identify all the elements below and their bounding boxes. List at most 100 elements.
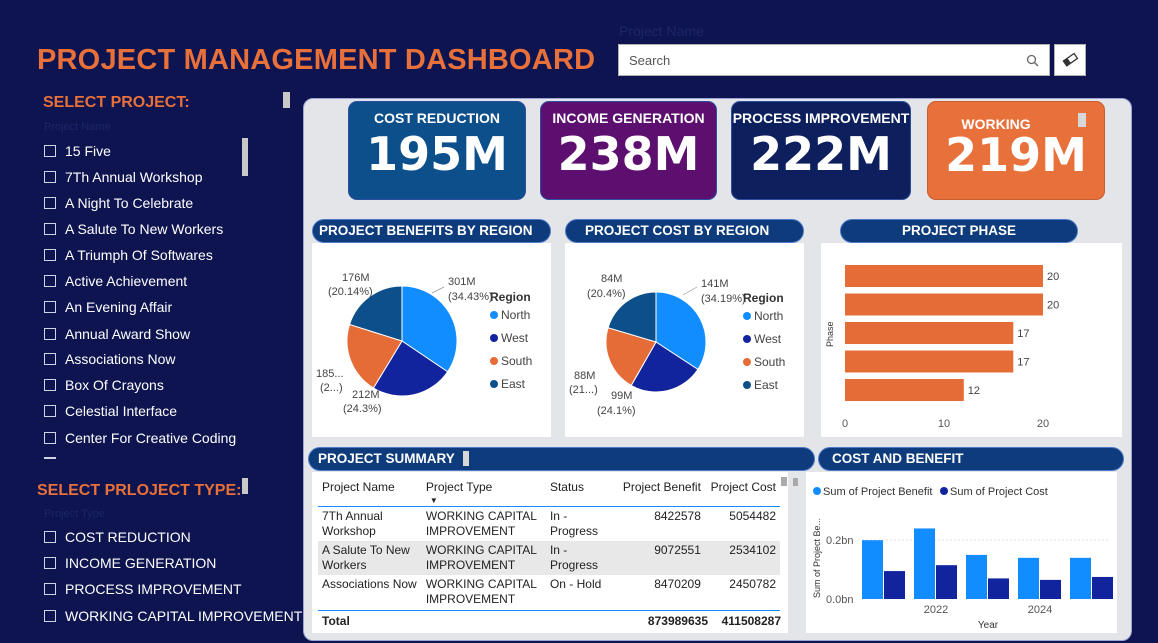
type-option[interactable]: WORKING CAPITAL IMPROVEMENT (44, 605, 302, 627)
table-scrollbar[interactable] (793, 478, 798, 486)
benefit-bar[interactable] (1018, 557, 1039, 599)
cost-pie-chart: 141M (34.19%) 84M (20.4%) 88M (21...) 99… (569, 273, 785, 417)
column-header[interactable]: Project Benefit (616, 478, 705, 506)
checkbox[interactable] (44, 223, 56, 235)
bar-value-label: 17 (1017, 357, 1029, 369)
kpi-card-cost-reduction[interactable]: COST REDUCTION 195M (348, 101, 526, 200)
cell-project-name: 7Th Annual Workshop (322, 508, 383, 538)
checkbox[interactable] (44, 557, 56, 569)
checkbox[interactable] (44, 145, 56, 157)
checkbox[interactable] (44, 353, 56, 365)
benefit-bar[interactable] (1070, 557, 1091, 599)
bar-value-label: 12 (968, 385, 980, 397)
kpi-value: 195M (366, 127, 508, 181)
legend-item: Sum of Project Cost (950, 486, 1048, 498)
legend-item: East (754, 378, 779, 392)
project-option[interactable]: An Evening Affair (44, 296, 172, 318)
project-option[interactable]: A Salute To New Workers (44, 218, 223, 240)
kpi-scroll-thumb[interactable] (1078, 113, 1086, 127)
type-option[interactable]: INCOME GENERATION (44, 552, 216, 574)
project-list-scrollbar[interactable] (242, 138, 248, 176)
legend-title: Region (743, 291, 784, 305)
search-box[interactable] (618, 44, 1050, 76)
search-icon[interactable] (1026, 54, 1039, 67)
project-option[interactable]: A Triumph Of Softwares (44, 244, 213, 266)
checkbox[interactable] (44, 531, 56, 543)
checkbox[interactable] (44, 275, 56, 287)
x-tick: 0 (842, 418, 848, 430)
checkbox[interactable] (44, 171, 56, 183)
table-row[interactable]: Associations Now WORKING CAPITAL IMPROVE… (318, 575, 780, 609)
project-option[interactable]: Box Of Crayons (44, 374, 164, 396)
project-option[interactable]: Celestial Interface (44, 400, 177, 422)
benefits-pie-chart: 301M (34.43%) 176M (20.14%) 185... (2...… (316, 272, 532, 415)
x-tick: 2022 (924, 604, 948, 616)
y-axis-label: Sum of Project Be... (812, 518, 822, 598)
x-tick: 2024 (1028, 604, 1052, 616)
column-header[interactable]: Status (546, 478, 616, 506)
column-header[interactable]: Project Type ▼ (422, 478, 546, 506)
bar-value-label: 17 (1017, 328, 1029, 340)
type-option[interactable]: COST REDUCTION (44, 526, 191, 548)
cell-status: On - Hold (549, 576, 602, 591)
cell-status: In - Progress (549, 508, 598, 538)
summary-card: Project Name Project Type ▼ Status Projec… (312, 472, 798, 633)
checkbox[interactable] (44, 610, 56, 622)
project-option[interactable]: Annual Award Show (44, 323, 190, 345)
kpi-card-working[interactable]: WORKING 219M (927, 101, 1105, 200)
y-axis-label: Phase (825, 321, 835, 347)
phase-bar[interactable] (845, 265, 1043, 287)
checkbox[interactable] (44, 379, 56, 391)
checkbox[interactable] (44, 301, 56, 313)
y-tick: 0.0bn (826, 594, 854, 606)
kpi-card-process-improvement[interactable]: PROCESS IMPROVEMENT 222M (731, 101, 911, 200)
project-option[interactable]: 15 Five (44, 140, 111, 162)
phase-bar[interactable] (845, 350, 1014, 373)
cost-bar[interactable] (1040, 579, 1061, 599)
project-option[interactable]: 7Th Annual Workshop (44, 166, 203, 188)
project-option[interactable]: Active Achievement (44, 270, 187, 292)
checkbox[interactable] (44, 197, 56, 209)
kpi-card-income-generation[interactable]: INCOME GENERATION 238M (540, 101, 717, 200)
column-header[interactable]: Project Name (318, 478, 422, 506)
project-option[interactable]: Associations Now (44, 348, 176, 370)
total-cost: 411508287 (721, 614, 781, 628)
checkbox[interactable] (44, 583, 56, 595)
y-tick: 0.2bn (826, 535, 854, 547)
checkbox[interactable] (44, 328, 56, 340)
table-row[interactable]: 7Th Annual Workshop WORKING CAPITAL IMPR… (318, 506, 780, 541)
eraser-icon (1062, 52, 1079, 67)
data-label: 212M (352, 389, 380, 401)
project-option[interactable]: Center For Creative Coding (44, 427, 236, 449)
table-scroll-thumb[interactable] (781, 477, 787, 486)
checkbox[interactable] (44, 405, 56, 417)
project-option[interactable]: A Night To Celebrate (44, 192, 193, 214)
table-row[interactable]: A Salute To New Workers WORKING CAPITAL … (318, 540, 780, 575)
phase-bar[interactable] (845, 379, 964, 401)
clear-selections-button[interactable] (1054, 44, 1086, 76)
type-option[interactable]: PROCESS IMPROVEMENT (44, 578, 242, 600)
sort-desc-icon: ▼ (429, 496, 438, 505)
cost-bar[interactable] (884, 571, 905, 599)
benefit-bar[interactable] (914, 528, 935, 599)
cost-bar[interactable] (988, 578, 1009, 599)
cost-bar[interactable] (1092, 576, 1113, 599)
kpi-value: 222M (750, 127, 892, 181)
checkbox[interactable] (44, 432, 56, 444)
search-input[interactable] (627, 52, 1011, 69)
cost-bar[interactable] (936, 565, 957, 599)
slicer-scroll-thumb[interactable] (283, 92, 290, 108)
type-slicer-field: Project Type (44, 508, 105, 520)
phase-bar[interactable] (845, 322, 1014, 344)
data-label: 301M (448, 276, 476, 288)
column-header[interactable]: Project Cost (705, 478, 780, 506)
benefits-pie-card: 301M (34.43%) 176M (20.14%) 185... (2...… (312, 243, 551, 437)
benefit-bar[interactable] (966, 554, 987, 599)
checkbox[interactable] (44, 249, 56, 261)
type-slicer-scroll-thumb[interactable] (242, 478, 248, 494)
data-label: 141M (701, 278, 729, 290)
total-benefit: 873989635 (647, 614, 708, 628)
phase-bar[interactable] (845, 293, 1043, 316)
data-label: 185... (316, 368, 344, 380)
benefit-bar[interactable] (862, 540, 883, 599)
